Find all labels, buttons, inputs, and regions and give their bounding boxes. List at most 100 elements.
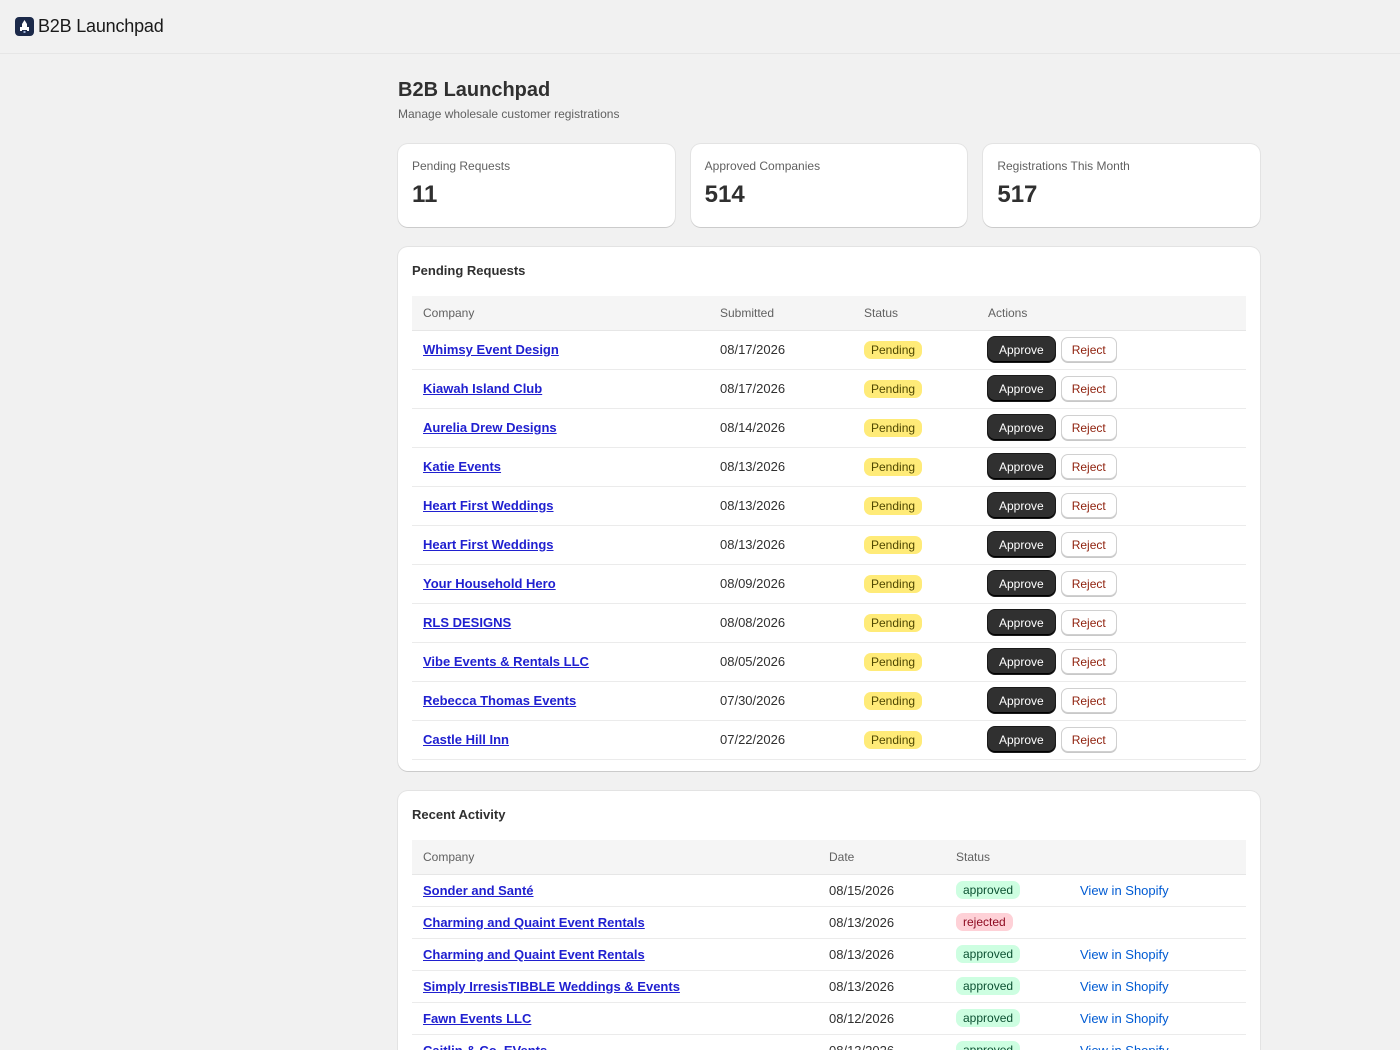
link-cell — [1069, 906, 1246, 939]
page-title: B2B Launchpad — [398, 79, 551, 101]
company-link[interactable]: RLS DESIGNS — [423, 615, 511, 630]
company-cell: Charming and Quaint Event Rentals — [412, 906, 818, 939]
company-link[interactable]: Vibe Events & Rentals LLC — [423, 654, 589, 669]
approve-button[interactable]: Approve — [988, 649, 1055, 674]
company-link[interactable]: Aurelia Drew Designs — [423, 420, 557, 435]
table-row: Heart First Weddings 08/13/2026 Pending App… — [412, 486, 1246, 526]
view-in-shopify-link[interactable]: View in Shopify — [1080, 1043, 1169, 1050]
card-title: Pending Requests — [412, 263, 526, 278]
stat-value: 517 — [997, 181, 1038, 208]
activity-date: 08/13/2026 — [818, 906, 945, 939]
approve-button[interactable]: Approve — [988, 415, 1055, 440]
view-in-shopify-link[interactable]: View in Shopify — [1080, 979, 1169, 994]
reject-button[interactable]: Reject — [1060, 532, 1117, 557]
table-row: Kiawah Island Club 08/17/2026 Pending Appro… — [412, 369, 1246, 409]
submitted-date: 08/05/2026 — [709, 642, 853, 682]
table-row: Sonder and Santé 08/15/2026 approved View i… — [412, 874, 1246, 907]
link-cell: View in Shopify — [1069, 970, 1246, 1003]
company-link[interactable]: Kiawah Island Club — [423, 381, 542, 396]
company-link[interactable]: Charming and Quaint Event Rentals — [423, 947, 645, 962]
approve-button[interactable]: Approve — [988, 727, 1055, 752]
page-subtitle: Manage wholesale customer registrations — [398, 107, 620, 121]
pending-table-body: Whimsy Event Design 08/17/2026 Pending Appr… — [412, 330, 1246, 760]
company-cell: Sonder and Santé — [412, 874, 818, 907]
actions-cell: Approve Reject — [977, 720, 1246, 760]
recent-activity-card: Recent Activity Company Date Status Sond… — [398, 791, 1260, 1050]
approve-button[interactable]: Approve — [988, 493, 1055, 518]
reject-button[interactable]: Reject — [1060, 727, 1117, 752]
status-cell: rejected — [945, 906, 1069, 939]
approve-button[interactable]: Approve — [988, 688, 1055, 713]
company-link[interactable]: Caitlin & Co. EVents — [423, 1043, 547, 1050]
status-badge: Pending — [864, 496, 923, 515]
company-link[interactable]: Fawn Events LLC — [423, 1011, 531, 1026]
link-cell: View in Shopify — [1069, 938, 1246, 971]
reject-button[interactable]: Reject — [1060, 610, 1117, 635]
company-cell: Heart First Weddings — [412, 486, 709, 526]
view-in-shopify-link[interactable]: View in Shopify — [1080, 1011, 1169, 1026]
status-badge: Pending — [864, 691, 923, 710]
company-cell: Your Household Hero — [412, 564, 709, 604]
approve-button[interactable]: Approve — [988, 376, 1055, 401]
stats-row: Pending Requests 11 Approved Companies 5… — [398, 144, 1261, 227]
approve-button[interactable]: Approve — [988, 454, 1055, 479]
reject-button[interactable]: Reject — [1060, 571, 1117, 596]
company-cell: Simply IrresisTIBBLE Weddings & Events — [412, 970, 818, 1003]
company-link[interactable]: Katie Events — [423, 459, 501, 474]
submitted-date: 08/08/2026 — [709, 603, 853, 643]
approve-button[interactable]: Approve — [988, 337, 1055, 362]
reject-button[interactable]: Reject — [1060, 688, 1117, 713]
view-in-shopify-link[interactable]: View in Shopify — [1080, 883, 1169, 898]
status-cell: Pending — [853, 486, 977, 526]
company-link[interactable]: Your Household Hero — [423, 576, 556, 591]
table-header-row: Company Date Status — [412, 840, 1246, 875]
company-link[interactable]: Simply IrresisTIBBLE Weddings & Events — [423, 979, 680, 994]
company-link[interactable]: Charming and Quaint Event Rentals — [423, 915, 645, 930]
reject-button[interactable]: Reject — [1060, 493, 1117, 518]
stat-card-approved: Approved Companies 514 — [690, 144, 968, 227]
company-cell: Caitlin & Co. EVents — [412, 1034, 818, 1050]
status-badge: approved — [956, 945, 1021, 963]
status-cell: approved — [945, 970, 1069, 1003]
approve-button[interactable]: Approve — [988, 610, 1055, 635]
stat-label: Pending Requests — [412, 159, 511, 173]
table-row: Fawn Events LLC 08/12/2026 approved View in… — [412, 1002, 1246, 1035]
status-badge: Pending — [864, 340, 923, 359]
app-name: B2B Launchpad — [38, 16, 164, 36]
reject-button[interactable]: Reject — [1060, 415, 1117, 440]
table-row: Heart First Weddings 08/13/2026 Pending App… — [412, 525, 1246, 565]
stat-value: 11 — [412, 181, 438, 208]
company-link[interactable]: Sonder and Santé — [423, 883, 534, 898]
stat-card-registrations: Registrations This Month 517 — [983, 144, 1261, 227]
table-row: Rebecca Thomas Events 07/30/2026 Pending Ap… — [412, 681, 1246, 721]
reject-button[interactable]: Reject — [1060, 337, 1117, 362]
status-cell: Pending — [853, 564, 977, 604]
company-link[interactable]: Rebecca Thomas Events — [423, 693, 576, 708]
column-header-status: Status — [853, 296, 977, 331]
reject-button[interactable]: Reject — [1060, 454, 1117, 479]
status-badge: approved — [956, 977, 1021, 995]
status-cell: Pending — [853, 369, 977, 409]
activity-date: 08/13/2026 — [818, 938, 945, 971]
submitted-date: 08/17/2026 — [709, 369, 853, 409]
company-link[interactable]: Castle Hill Inn — [423, 732, 509, 747]
table-row: Whimsy Event Design 08/17/2026 Pending Appr… — [412, 330, 1246, 370]
company-link[interactable]: Heart First Weddings — [423, 498, 554, 513]
company-link[interactable]: Whimsy Event Design — [423, 342, 559, 357]
status-cell: Pending — [853, 330, 977, 370]
stat-label: Approved Companies — [704, 159, 821, 173]
card-title: Recent Activity — [412, 807, 506, 822]
status-cell: Pending — [853, 681, 977, 721]
reject-button[interactable]: Reject — [1060, 376, 1117, 401]
company-link[interactable]: Heart First Weddings — [423, 537, 554, 552]
table-row: RLS DESIGNS 08/08/2026 Pending Approve Rejec… — [412, 603, 1246, 643]
reject-button[interactable]: Reject — [1060, 649, 1117, 674]
status-badge: rejected — [956, 913, 1013, 931]
approve-button[interactable]: Approve — [988, 532, 1055, 557]
approve-button[interactable]: Approve — [988, 571, 1055, 596]
column-header-link — [1069, 840, 1246, 875]
status-badge: approved — [956, 881, 1021, 899]
company-cell: Aurelia Drew Designs — [412, 408, 709, 448]
actions-cell: Approve Reject — [977, 408, 1246, 448]
view-in-shopify-link[interactable]: View in Shopify — [1080, 947, 1169, 962]
